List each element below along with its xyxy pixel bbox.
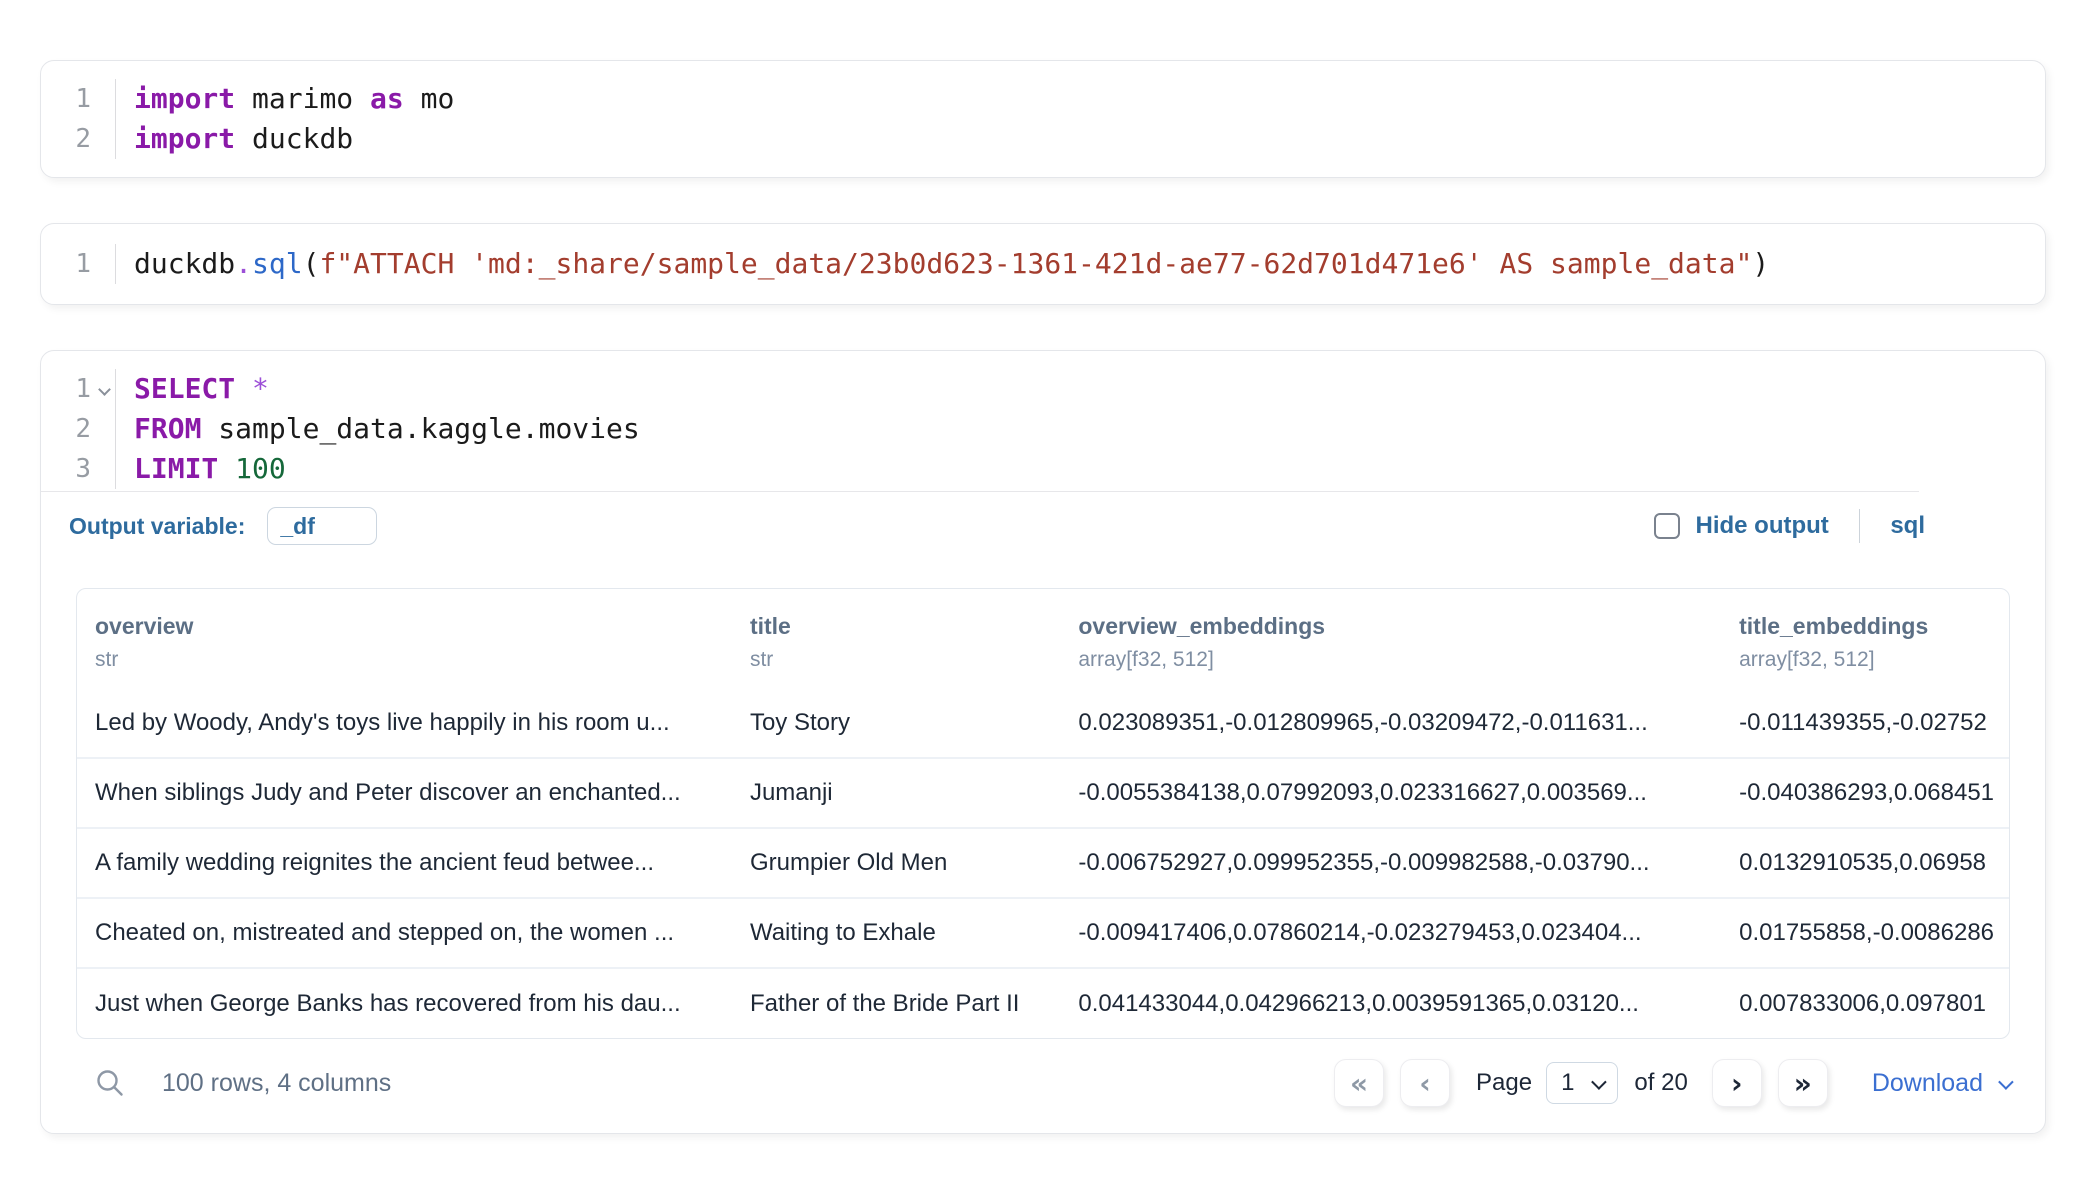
- table-cell: -0.009417406,0.07860214,-0.023279453,0.0…: [1060, 898, 1721, 968]
- divider: [1859, 509, 1861, 543]
- table-row[interactable]: Led by Woody, Andy's toys live happily i…: [77, 688, 2009, 758]
- code-line: LIMIT 100: [134, 449, 2045, 489]
- column-dtype: array[f32, 512]: [1739, 648, 1991, 672]
- notebook-page: 12import marimo as moimport duckdb 1duck…: [0, 0, 2086, 1199]
- table-cell: Just when George Banks has recovered fro…: [77, 968, 732, 1038]
- column-dtype: array[f32, 512]: [1078, 648, 1703, 672]
- table-cell: Led by Woody, Andy's toys live happily i…: [77, 688, 732, 758]
- output-bar: Output variable: Hide output sql: [41, 492, 2045, 558]
- line-number-gutter: 1: [41, 244, 115, 284]
- hide-output-checkbox[interactable]: [1654, 513, 1680, 539]
- hide-output-label: Hide output: [1696, 512, 1829, 540]
- table-cell: When siblings Judy and Peter discover an…: [77, 758, 732, 828]
- code-editor[interactable]: 12import marimo as moimport duckdb: [41, 61, 2045, 177]
- line-number: 1: [41, 244, 115, 284]
- table-row[interactable]: When siblings Judy and Peter discover an…: [77, 758, 2009, 828]
- language-badge: sql: [1890, 512, 1925, 540]
- search-icon[interactable]: [94, 1067, 126, 1099]
- table-cell: Toy Story: [732, 688, 1060, 758]
- column-dtype: str: [95, 648, 714, 672]
- table-cell: 0.023089351,-0.012809965,-0.03209472,-0.…: [1060, 688, 1721, 758]
- column-header[interactable]: title_embeddings array[f32, 512]: [1721, 589, 2009, 688]
- download-label: Download: [1872, 1069, 1983, 1098]
- column-header[interactable]: overview str: [77, 589, 732, 688]
- prev-page-button[interactable]: ‹: [1400, 1059, 1450, 1107]
- code-cell-imports: 12import marimo as moimport duckdb: [40, 60, 2046, 178]
- fold-chevron-icon[interactable]: [98, 383, 111, 396]
- table-row[interactable]: A family wedding reignites the ancient f…: [77, 828, 2009, 898]
- line-number: 2: [41, 119, 115, 159]
- page-number-value: 1: [1561, 1069, 1574, 1097]
- code-cell-attach: 1 duckdb.sql(f"ATTACH 'md:_share/sample_d…: [40, 223, 2046, 305]
- first-page-button[interactable]: «: [1334, 1059, 1384, 1107]
- last-page-button[interactable]: »: [1778, 1059, 1828, 1107]
- line-number: 2: [41, 409, 115, 449]
- next-page-button[interactable]: ›: [1712, 1059, 1762, 1107]
- code-line: SELECT *: [134, 369, 2045, 409]
- output-variable-label: Output variable:: [69, 513, 245, 540]
- chevron-down-icon: [1592, 1074, 1608, 1090]
- code-content[interactable]: import marimo as moimport duckdb: [115, 79, 2045, 159]
- line-number-gutter: 12: [41, 79, 115, 159]
- code-editor[interactable]: 1 duckdb.sql(f"ATTACH 'md:_share/sample_d…: [41, 224, 2045, 304]
- code-line: import marimo as mo: [134, 79, 2045, 119]
- table-cell: Grumpier Old Men: [732, 828, 1060, 898]
- column-name: overview: [95, 613, 714, 640]
- line-number: 1: [41, 369, 115, 409]
- column-dtype: str: [750, 648, 1042, 672]
- table-cell: 0.007833006,0.097801: [1721, 968, 2009, 1038]
- code-line: FROM sample_data.kaggle.movies: [134, 409, 2045, 449]
- column-name: overview_embeddings: [1078, 613, 1703, 640]
- table-cell: A family wedding reignites the ancient f…: [77, 828, 732, 898]
- table-cell: -0.011439355,-0.02752: [1721, 688, 2009, 758]
- row-count-summary: 100 rows, 4 columns: [162, 1069, 391, 1098]
- code-cell-sql-query: 123SELECT *FROM sample_data.kaggle.movie…: [40, 350, 2046, 1134]
- table-cell: 0.0132910535,0.06958: [1721, 828, 2009, 898]
- download-button[interactable]: Download: [1872, 1069, 2010, 1098]
- table-cell: Father of the Bride Part II: [732, 968, 1060, 1038]
- table-cell: -0.006752927,0.099952355,-0.009982588,-0…: [1060, 828, 1721, 898]
- column-name: title: [750, 613, 1042, 640]
- code-content[interactable]: SELECT *FROM sample_data.kaggle.moviesLI…: [115, 369, 2045, 489]
- table-cell: Cheated on, mistreated and stepped on, t…: [77, 898, 732, 968]
- table-cell: 0.041433044,0.042966213,0.0039591365,0.0…: [1060, 968, 1721, 1038]
- table-cell: 0.01755858,-0.0086286: [1721, 898, 2009, 968]
- table-footer: 100 rows, 4 columns « ‹ Page 1 of 20 › »…: [76, 1045, 2010, 1133]
- line-number: 1: [41, 79, 115, 119]
- table-row[interactable]: Just when George Banks has recovered fro…: [77, 968, 2009, 1038]
- table-cell: -0.0055384138,0.07992093,0.023316627,0.0…: [1060, 758, 1721, 828]
- line-number-gutter: 123: [41, 369, 115, 489]
- line-number: 3: [41, 449, 115, 489]
- table-cell: Jumanji: [732, 758, 1060, 828]
- page-label: Page: [1476, 1069, 1532, 1097]
- column-header[interactable]: title str: [732, 589, 1060, 688]
- column-header[interactable]: overview_embeddings array[f32, 512]: [1060, 589, 1721, 688]
- column-name: title_embeddings: [1739, 613, 1991, 640]
- code-content[interactable]: duckdb.sql(f"ATTACH 'md:_share/sample_da…: [115, 244, 2045, 284]
- code-line: import duckdb: [134, 119, 2045, 159]
- output-variable-input[interactable]: [267, 507, 377, 545]
- result-table-container: overview str title str overview_embeddingsar…: [76, 588, 2010, 1039]
- chevron-down-icon: [1998, 1074, 2014, 1090]
- page-number-select[interactable]: 1: [1546, 1062, 1618, 1104]
- table-cell: Waiting to Exhale: [732, 898, 1060, 968]
- table-row[interactable]: Cheated on, mistreated and stepped on, t…: [77, 898, 2009, 968]
- result-table: overview str title str overview_embeddingsar…: [77, 589, 2009, 1038]
- code-line: duckdb.sql(f"ATTACH 'md:_share/sample_da…: [134, 244, 2045, 284]
- code-editor[interactable]: 123SELECT *FROM sample_data.kaggle.movie…: [41, 351, 2045, 491]
- table-cell: -0.040386293,0.068451: [1721, 758, 2009, 828]
- page-total-label: of 20: [1634, 1069, 1687, 1097]
